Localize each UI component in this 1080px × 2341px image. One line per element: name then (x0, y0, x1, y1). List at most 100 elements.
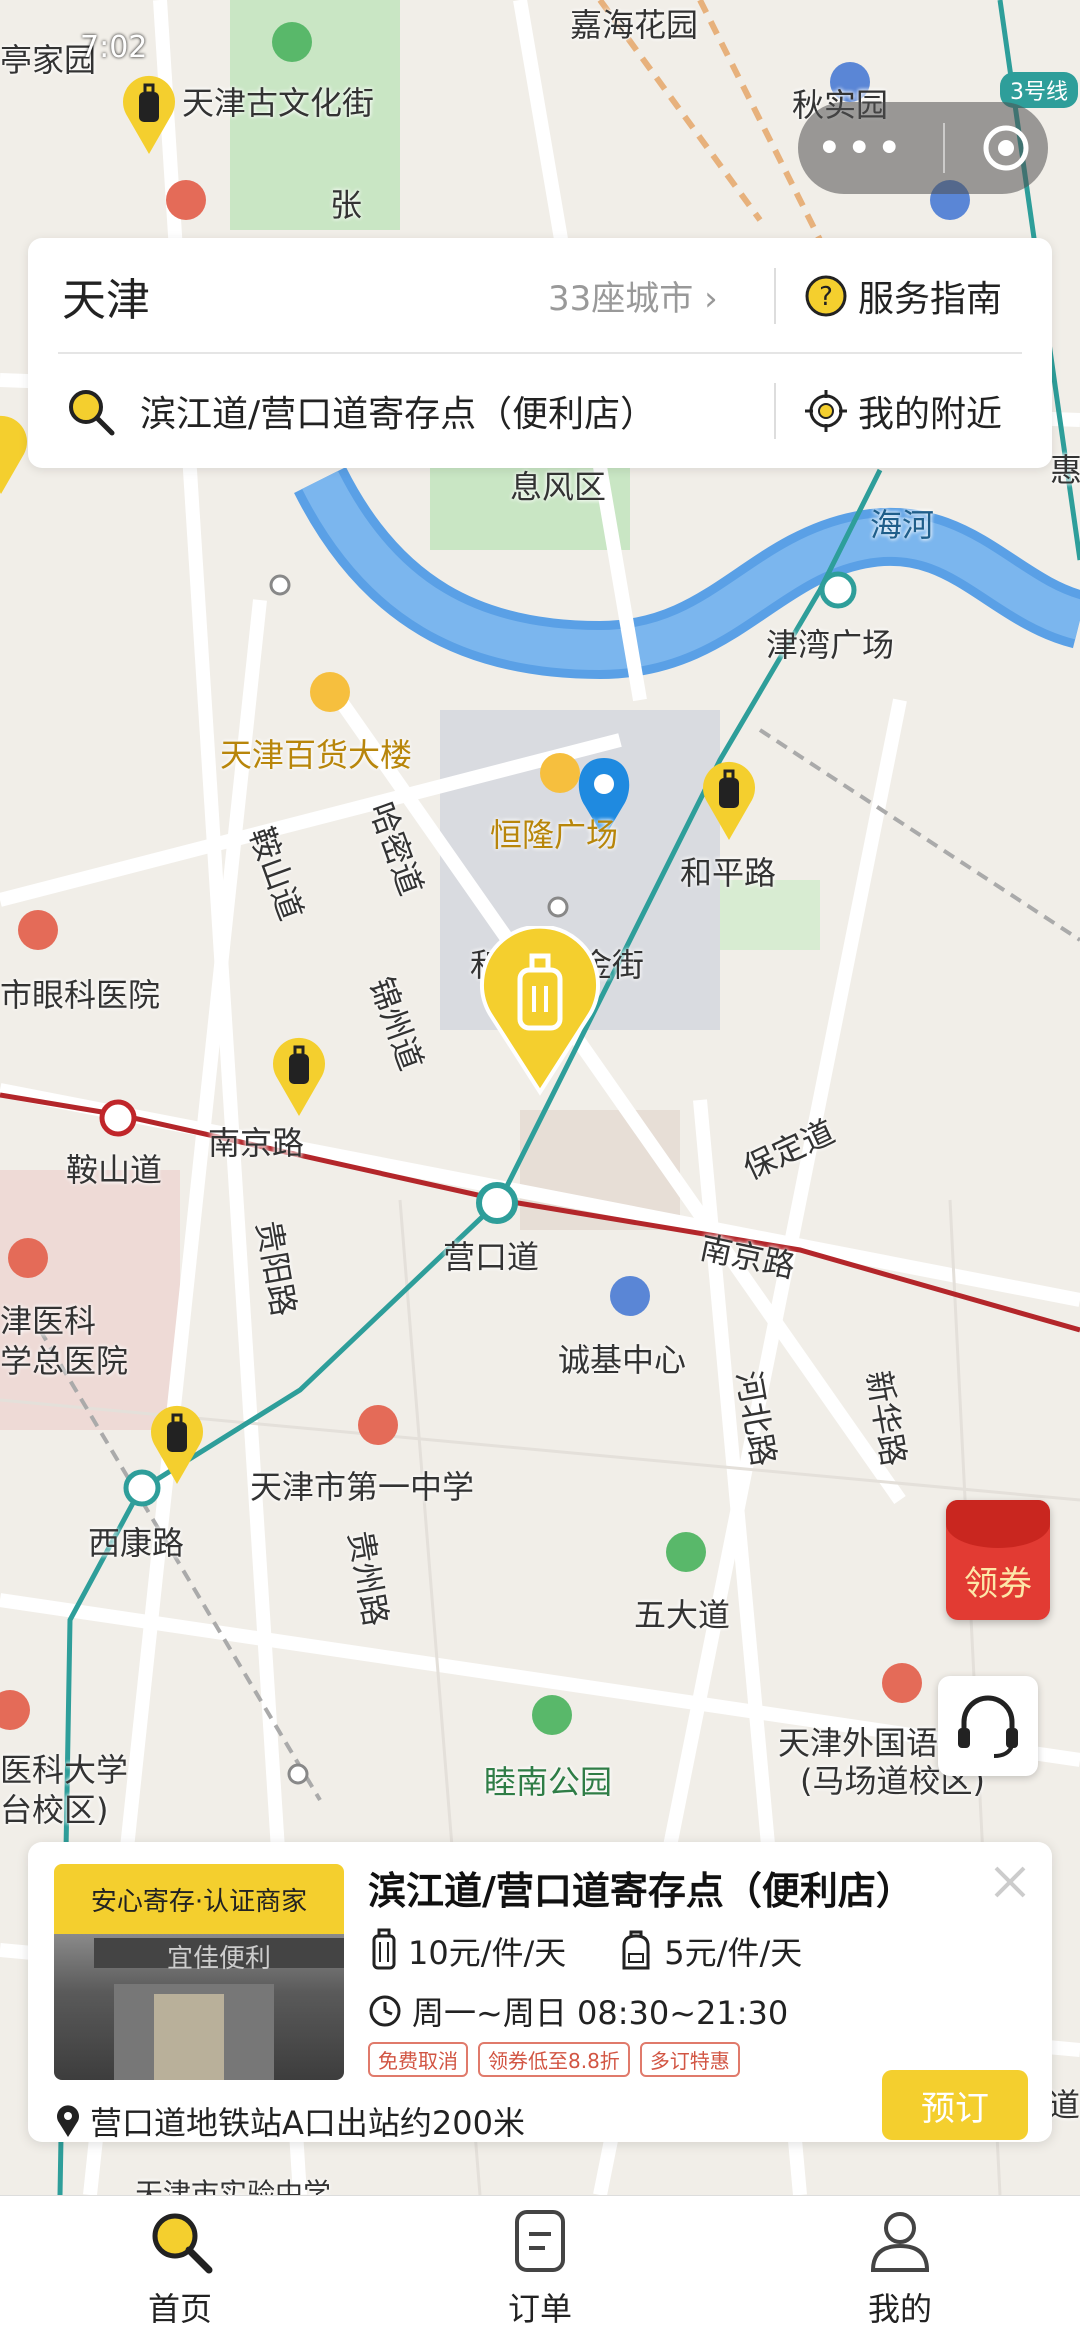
map-label: 南京路 (208, 1124, 305, 1162)
map-label: 嘉海花园 (570, 6, 699, 44)
search-icon (69, 389, 115, 435)
luggage-pin-icon[interactable] (146, 1400, 208, 1486)
small-item-price: 5元/件/天 (664, 1934, 803, 1972)
service-guide-label: 服务指南 (858, 278, 1003, 320)
coupon-label: 领券 (964, 1564, 1032, 1604)
city-row: 天津 33座城市 › ? 服务指南 (28, 238, 1052, 353)
poi-icon (532, 1695, 572, 1735)
poi-icon (310, 672, 350, 712)
poi-icon (272, 22, 312, 62)
poi-icon (666, 1532, 706, 1572)
poi-icon (882, 1663, 922, 1703)
poi-icon (18, 910, 58, 950)
search-panel: 天津 33座城市 › ? 服务指南 滨江道/营口道寄存点（便利店） 我的附近 (28, 238, 1052, 468)
map-label: 天津古文化街 (182, 84, 375, 122)
svg-text:?: ? (819, 282, 833, 312)
orders-icon (515, 2210, 565, 2272)
book-button[interactable]: 预订 (882, 2070, 1028, 2140)
metro-station (476, 1182, 518, 1224)
status-time: 7:02 (80, 30, 148, 65)
nearby-button[interactable]: 我的附近 (804, 385, 1002, 437)
nav-orders[interactable]: 订单 (460, 2206, 620, 2330)
map-label: 诚基中心 (558, 1341, 687, 1379)
search-input[interactable]: 滨江道/营口道寄存点（便利店） (140, 385, 656, 437)
poi-icon (540, 753, 580, 793)
certified-badge: 安心寄存·认证商家 (54, 1864, 344, 1934)
nav-mine-label: 我的 (867, 2290, 932, 2328)
map-label: 恒隆广场 (490, 816, 619, 854)
home-search-icon (152, 2213, 213, 2274)
map-label: 道 (1048, 2086, 1080, 2124)
map-label: 天津市第一中学 (250, 1468, 475, 1506)
location-row: 营口道地铁站A口出站约200米 (54, 2098, 525, 2144)
nav-home[interactable]: 首页 (100, 2206, 260, 2330)
poi-icon (610, 1276, 650, 1316)
more-button[interactable]: ••• (816, 123, 906, 174)
suitcase-icon (372, 1928, 396, 1970)
poi-icon (166, 180, 206, 220)
map-label: 息风区 (510, 468, 607, 506)
map-label: 鞍山道 (66, 1151, 163, 1189)
business-hours: 周一~周日 08:30~21:30 (412, 1994, 789, 2032)
clock-icon (369, 1995, 401, 2027)
nav-mine[interactable]: 我的 (820, 2206, 980, 2330)
poi-icon (8, 1238, 48, 1278)
store-photo[interactable]: 宜佳便利 (54, 1934, 344, 2080)
map-label: 惠 (1050, 451, 1080, 489)
service-guide-button[interactable]: ? 服务指南 (804, 270, 1002, 322)
city-name[interactable]: 天津 (62, 264, 150, 328)
map-label: 台校区) (0, 1791, 109, 1829)
close-icon[interactable] (988, 1860, 1032, 1904)
divider (774, 382, 776, 439)
location-pin-icon (57, 2105, 79, 2137)
city-count-label: 33座城市 (548, 279, 694, 319)
search-row: 滨江道/营口道寄存点（便利店） 我的附近 (28, 353, 1052, 468)
map-label: 西康路 (88, 1524, 185, 1562)
map-label: 津湾广场 (766, 626, 895, 664)
metro-station (819, 571, 857, 609)
coupon-button[interactable]: 领券 (946, 1500, 1050, 1620)
luggage-pin-icon[interactable] (698, 756, 760, 842)
bottom-nav: 首页 订单 我的 (0, 2195, 1080, 2341)
luggage-pin-icon[interactable] (268, 1032, 330, 1118)
divider (774, 267, 776, 324)
nav-home-label: 首页 (147, 2290, 212, 2328)
location-text: 营口道地铁站A口出站约200米 (90, 2104, 525, 2142)
map-label: 学总医院 (0, 1342, 129, 1380)
poi-icon (358, 1405, 398, 1445)
hours-row: 周一~周日 08:30~21:30 (368, 1988, 788, 2034)
nearby-label: 我的附近 (858, 393, 1003, 435)
miniprogram-capsule: ••• (798, 102, 1048, 194)
store-card[interactable]: 安心寄存·认证商家 宜佳便利 滨江道/营口道寄存点（便利店） 10元/件/天 5… (28, 1842, 1052, 2142)
map-label: 五大道 (634, 1596, 731, 1634)
headset-icon (958, 1695, 1018, 1758)
map-label: 海河 (870, 506, 935, 544)
locate-icon (805, 389, 847, 432)
help-icon: ? (805, 275, 847, 316)
tag-multi-order: 多订特惠 (639, 2042, 740, 2077)
map-label: 市眼科医院 (0, 976, 161, 1014)
store-photo-wrap: 安心寄存·认证商家 宜佳便利 (54, 1864, 344, 2080)
customer-service-button[interactable] (938, 1676, 1038, 1776)
luggage-pin-icon[interactable] (118, 70, 180, 156)
selected-luggage-pin-icon[interactable] (476, 926, 604, 1096)
map-label: 睦南公园 (484, 1763, 613, 1801)
capsule-divider (942, 123, 945, 173)
store-title: 滨江道/营口道寄存点（便利店） (368, 1869, 914, 1913)
city-count-link[interactable]: 33座城市 › (548, 271, 718, 320)
map-label: 营口道 (443, 1238, 540, 1276)
close-miniprogram-icon[interactable] (982, 124, 1030, 172)
tag-free-cancel: 免费取消 (368, 2042, 468, 2077)
profile-icon (870, 2212, 930, 2272)
price-row: 10元/件/天 5元/件/天 (368, 1928, 802, 1974)
metro-station (99, 1099, 137, 1137)
map-label: 张 (330, 186, 363, 224)
store-photo-sign: 宜佳便利 (94, 1938, 344, 1974)
map-label: 天津百货大楼 (220, 736, 413, 774)
promo-tags: 免费取消 领券低至8.8折 多订特惠 (368, 2042, 750, 2077)
chevron-right-icon: › (704, 279, 718, 319)
large-item-price: 10元/件/天 (408, 1934, 567, 1972)
tag-coupon: 领券低至8.8折 (478, 2042, 630, 2077)
map-label: 天津市实验中学 (135, 2177, 332, 2195)
nav-orders-label: 订单 (507, 2290, 572, 2328)
